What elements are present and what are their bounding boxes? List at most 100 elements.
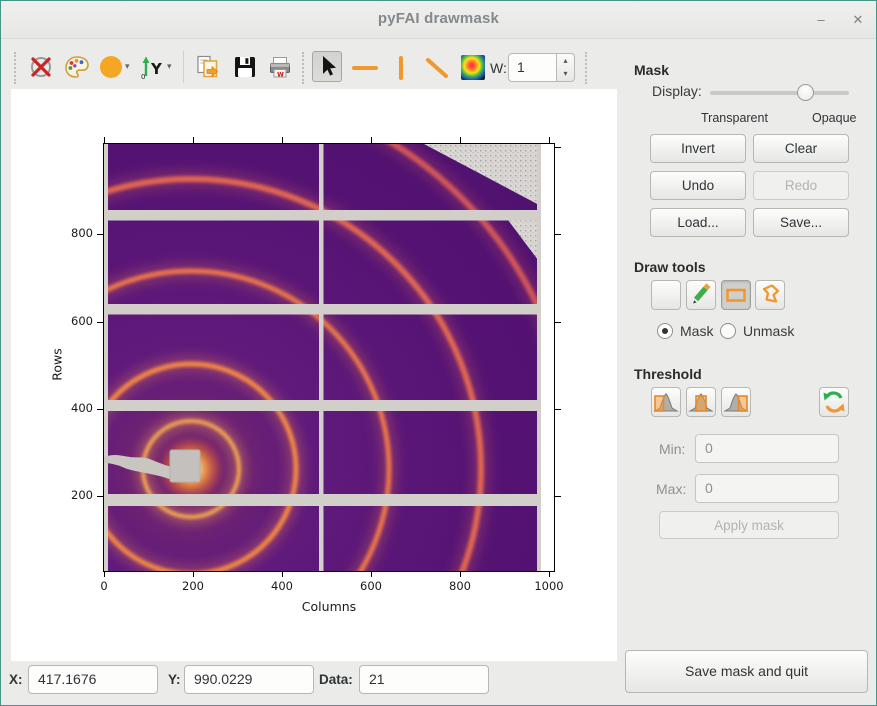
svg-text:Y: Y [150,60,163,78]
invert-button[interactable]: Invert [650,134,746,163]
palette-icon[interactable] [64,54,90,80]
load-button[interactable]: Load... [650,208,746,237]
width-spinbox[interactable]: 1 [508,53,557,82]
spin-down-icon[interactable]: ▾ [557,67,574,80]
y-coordinate-label: Y: [168,672,181,687]
copy-icon[interactable] [195,54,221,80]
min-label: Min: [659,441,685,457]
x-coordinate-value: 417.1676 [28,665,158,694]
x-tick-top [282,137,283,143]
y-tick-label: 200 [55,488,93,502]
refresh-icon [820,388,848,416]
display-label: Display: [652,83,702,99]
data-value: 21 [359,665,489,694]
colormap-image-icon[interactable] [461,55,485,80]
save-mask-and-quit-button[interactable]: Save mask and quit [625,650,868,693]
data-value-label: Data: [319,672,353,687]
y-tick-right [555,147,561,148]
x-tick [104,571,105,577]
rectangle-tool-button[interactable] [721,280,751,310]
vertical-line-icon[interactable] [389,56,415,82]
diagonal-line-icon[interactable] [424,56,450,82]
width-spinner[interactable]: ▴ ▾ [557,53,575,82]
y-tick-right [555,409,561,410]
toolbar-grip[interactable] [302,52,307,84]
toolbar-separator [183,51,184,83]
y-tick [97,322,103,323]
mask-radio-label[interactable]: Mask [680,323,713,339]
draw-tools-section-title: Draw tools [634,259,706,275]
app-window: pyFAI drawmask – ✕ ▾ 0 Y ▾ [0,0,877,706]
y-coordinate-value: 990.0229 [184,665,314,694]
rectangle-icon [722,281,750,309]
x-tick-top [549,137,550,143]
x-coordinate-label: X: [9,672,23,687]
x-tick-top [104,137,105,143]
x-tick-top [460,137,461,143]
beamstop [170,450,200,482]
reset-zoom-icon[interactable] [28,54,54,80]
threshold-above-button[interactable] [721,387,751,417]
toolbar-grip[interactable] [14,52,19,84]
close-button[interactable]: ✕ [848,10,868,30]
polygon-icon [756,281,784,309]
print-icon[interactable]: w [267,54,293,80]
clear-button[interactable]: Clear [753,134,849,163]
y-tick [97,409,103,410]
x-tick [549,571,550,577]
unmask-radio-label[interactable]: Unmask [743,323,794,339]
y-tick-right [555,322,561,323]
max-input[interactable]: 0 [695,474,839,503]
threshold-below-button[interactable] [651,387,681,417]
min-input[interactable]: 0 [695,434,839,463]
y-axis-label: Rows [50,333,65,397]
x-tick-label: 200 [171,579,215,593]
window-title: pyFAI drawmask [1,10,876,27]
save-button[interactable]: Save... [753,208,849,237]
apply-mask-button[interactable]: Apply mask [659,511,839,539]
pencil-tool-button[interactable] [686,280,716,310]
redo-button[interactable]: Redo [753,171,849,200]
minimize-button[interactable]: – [811,10,831,30]
y-axis-orientation-icon[interactable]: 0 Y [140,54,166,80]
polygon-tool-button[interactable] [755,280,785,310]
x-tick-label: 0 [82,579,126,593]
width-label: W: [490,60,507,76]
threshold-section-title: Threshold [634,366,702,382]
svg-text:0: 0 [141,73,145,80]
horizontal-line-icon[interactable] [352,56,378,82]
threshold-between-button[interactable] [686,387,716,417]
x-tick-label: 600 [349,579,393,593]
x-tick-label: 1000 [527,579,571,593]
y-tick-label: 400 [55,401,93,415]
chevron-down-icon[interactable]: ▾ [125,61,130,72]
undo-button[interactable]: Undo [650,171,746,200]
y-tick-label: 600 [55,314,93,328]
mask-opacity-slider[interactable] [710,91,849,95]
spin-up-icon[interactable]: ▴ [557,54,574,67]
transparent-label: Transparent [701,111,768,125]
toolbar-grip[interactable] [585,52,590,84]
x-axis-label: Columns [289,599,369,614]
chevron-down-icon[interactable]: ▾ [167,61,172,72]
x-tick-label: 400 [260,579,304,593]
opaque-label: Opaque [812,111,856,125]
x-tick-top [193,137,194,143]
pointer-tool-button[interactable] [312,51,342,82]
save-icon[interactable] [232,54,258,80]
diffraction-image[interactable] [104,144,554,571]
y-tick-right [555,496,561,497]
x-tick-label: 800 [438,579,482,593]
color-circle-icon[interactable] [99,54,125,80]
select-tool-button[interactable] [651,280,681,310]
mask-opacity-slider-thumb[interactable] [797,84,814,101]
y-tick [97,234,103,235]
x-tick [282,571,283,577]
mask-radio[interactable] [657,323,673,339]
histogram-between-icon [687,388,715,416]
refresh-button[interactable] [819,387,849,417]
pencil-icon [687,281,715,309]
svg-text:w: w [277,69,284,78]
mask-section-title: Mask [634,62,669,78]
unmask-radio[interactable] [720,323,736,339]
